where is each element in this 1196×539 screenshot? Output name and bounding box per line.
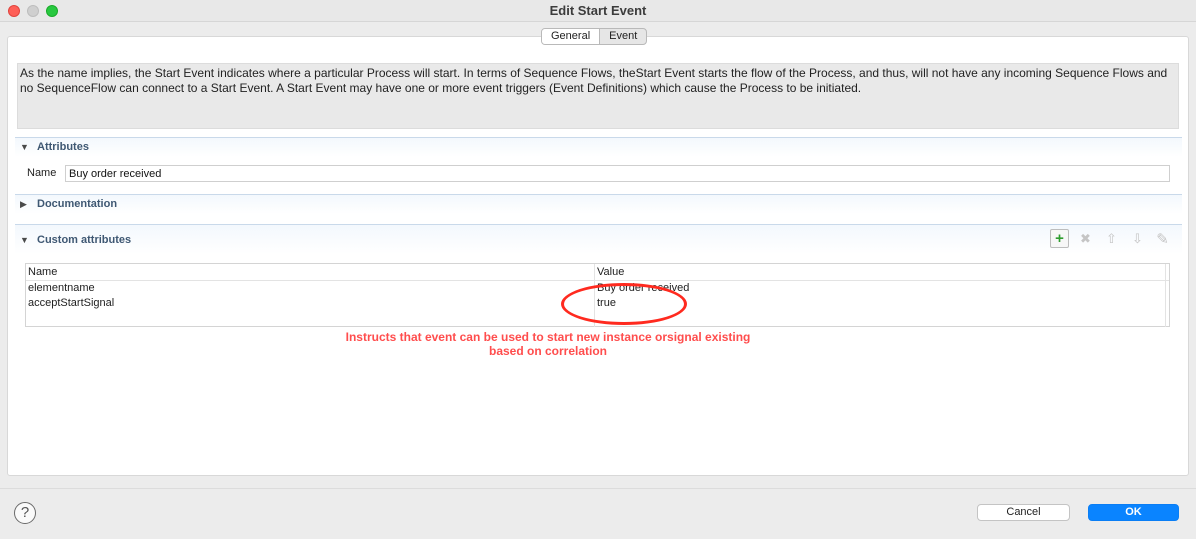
collapsed-triangle-icon: ▶ [20, 199, 27, 209]
section-documentation-label: Documentation [37, 198, 118, 210]
annotation-line-1: Instructs that event can be used to star… [345, 330, 751, 344]
tab-bar: General Event [541, 28, 648, 45]
column-header-value[interactable]: Value [597, 266, 624, 278]
cancel-button[interactable]: Cancel [977, 504, 1070, 521]
section-attributes-label: Attributes [37, 141, 89, 153]
expanded-triangle-icon: ▼ [20, 142, 29, 152]
edit-pencil-icon[interactable]: ✎ [1153, 229, 1172, 248]
window-title: Edit Start Event [549, 3, 647, 18]
section-documentation[interactable]: ▶ Documentation [15, 194, 1182, 214]
description-text: As the name implies, the Start Event ind… [17, 63, 1179, 129]
move-up-icon[interactable]: ⇧ [1102, 229, 1121, 248]
column-header-name[interactable]: Name [28, 266, 57, 278]
table-row-name[interactable]: acceptStartSignal [28, 297, 114, 309]
annotation-text: Instructs that event can be used to star… [340, 330, 756, 358]
delete-icon[interactable]: ✖ [1076, 229, 1095, 248]
help-icon[interactable]: ? [14, 502, 36, 524]
section-custom-attributes-label: Custom attributes [37, 234, 132, 246]
table-row-name[interactable]: elementname [28, 282, 95, 294]
column-divider [1165, 264, 1166, 327]
move-down-icon[interactable]: ⇩ [1128, 229, 1147, 248]
expanded-triangle-icon: ▼ [20, 235, 29, 245]
header-divider [26, 280, 1169, 281]
title-bar: Edit Start Event [0, 0, 1196, 22]
annotation-line-2: based on correlation [488, 344, 608, 358]
ok-button[interactable]: OK [1088, 504, 1179, 521]
section-attributes[interactable]: ▼ Attributes [15, 137, 1182, 157]
tab-event[interactable]: Event [600, 29, 646, 44]
annotation-circle [561, 283, 687, 325]
name-label: Name [27, 167, 57, 179]
section-custom-attributes[interactable]: ▼ Custom attributes [15, 224, 1182, 254]
tab-general[interactable]: General [542, 29, 601, 44]
name-input[interactable] [65, 165, 1170, 182]
add-icon[interactable]: + [1050, 229, 1069, 248]
